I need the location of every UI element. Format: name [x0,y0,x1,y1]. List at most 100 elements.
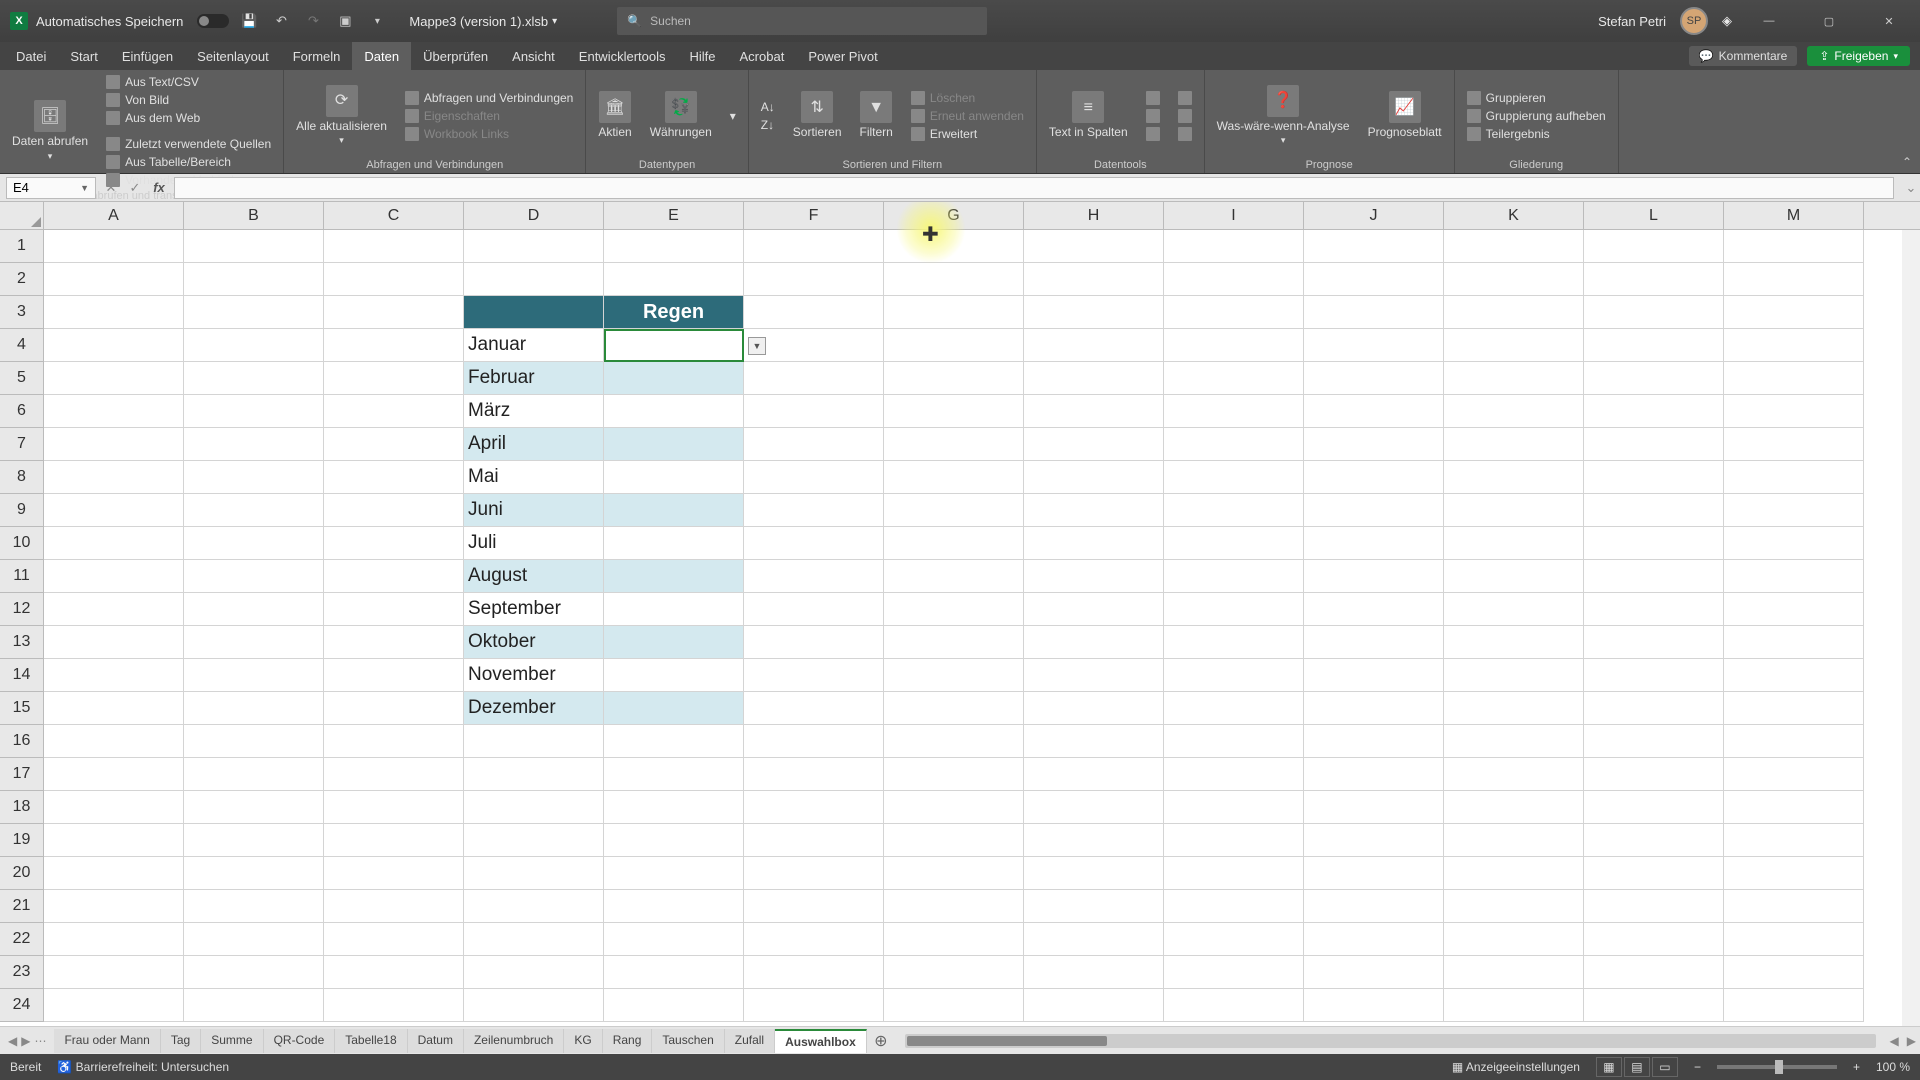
column-header-L[interactable]: L [1584,202,1724,229]
cell-F20[interactable] [744,857,884,890]
cell-F7[interactable] [744,428,884,461]
row-header-5[interactable]: 5 [0,362,43,395]
cell-K23[interactable] [1444,956,1584,989]
cell-I9[interactable] [1164,494,1304,527]
cell-D22[interactable] [464,923,604,956]
cell-A22[interactable] [44,923,184,956]
cell-B19[interactable] [184,824,324,857]
cell-D3[interactable] [464,296,604,329]
cell-H18[interactable] [1024,791,1164,824]
cell-L1[interactable] [1584,230,1724,263]
row-header-14[interactable]: 14 [0,659,43,692]
cell-J20[interactable] [1304,857,1444,890]
username[interactable]: Stefan Petri [1598,14,1666,29]
cell-H13[interactable] [1024,626,1164,659]
cell-F1[interactable] [744,230,884,263]
column-header-F[interactable]: F [744,202,884,229]
cell-D23[interactable] [464,956,604,989]
maximize-button[interactable]: ▢ [1806,6,1852,36]
stocks-button[interactable]: 🏛 Aktien [594,89,635,141]
cell-K1[interactable] [1444,230,1584,263]
cell-D1[interactable] [464,230,604,263]
cell-G8[interactable] [884,461,1024,494]
cell-G21[interactable] [884,890,1024,923]
cell-I24[interactable] [1164,989,1304,1022]
data-validation-button[interactable] [1142,126,1164,142]
cell-B12[interactable] [184,593,324,626]
cell-G19[interactable] [884,824,1024,857]
cell-E9[interactable] [604,494,744,527]
cell-H12[interactable] [1024,593,1164,626]
cell-M18[interactable] [1724,791,1864,824]
ribbon-collapse-button[interactable]: ⌃ [1894,151,1920,173]
cell-B14[interactable] [184,659,324,692]
cell-M13[interactable] [1724,626,1864,659]
cell-F21[interactable] [744,890,884,923]
cell-B1[interactable] [184,230,324,263]
cell-D5[interactable]: Februar [464,362,604,395]
cell-L6[interactable] [1584,395,1724,428]
cell-B21[interactable] [184,890,324,923]
cell-D24[interactable] [464,989,604,1022]
cell-G22[interactable] [884,923,1024,956]
cell-A11[interactable] [44,560,184,593]
zoom-slider[interactable] [1717,1065,1837,1069]
cell-E22[interactable] [604,923,744,956]
cell-B4[interactable] [184,329,324,362]
cell-H10[interactable] [1024,527,1164,560]
cell-J3[interactable] [1304,296,1444,329]
cell-F13[interactable] [744,626,884,659]
cell-L2[interactable] [1584,263,1724,296]
cell-H17[interactable] [1024,758,1164,791]
cell-M21[interactable] [1724,890,1864,923]
row-header-21[interactable]: 21 [0,890,43,923]
cell-A7[interactable] [44,428,184,461]
cell-A6[interactable] [44,395,184,428]
ribbon-item[interactable]: Aus Text/CSV [102,74,275,90]
cell-M22[interactable] [1724,923,1864,956]
cell-M4[interactable] [1724,329,1864,362]
cell-I7[interactable] [1164,428,1304,461]
cell-E10[interactable] [604,527,744,560]
filter-button[interactable]: ▼ Filtern [856,89,897,141]
cell-E7[interactable] [604,428,744,461]
accessibility-status[interactable]: ♿ Barrierefreiheit: Untersuchen [57,1060,229,1074]
sheet-nav-next[interactable]: ▶ [21,1034,30,1048]
cell-D4[interactable]: Januar [464,329,604,362]
scrollbar-thumb[interactable] [907,1036,1107,1046]
cell-J7[interactable] [1304,428,1444,461]
cell-H21[interactable] [1024,890,1164,923]
cell-E6[interactable] [604,395,744,428]
cell-F16[interactable] [744,725,884,758]
cell-I4[interactable] [1164,329,1304,362]
cell-J9[interactable] [1304,494,1444,527]
tab-formeln[interactable]: Formeln [281,42,353,70]
cell-A18[interactable] [44,791,184,824]
ribbon-item[interactable]: Aus dem Web [102,110,275,126]
search-box[interactable]: 🔍 Suchen [617,7,987,35]
cell-K6[interactable] [1444,395,1584,428]
cell-C6[interactable] [324,395,464,428]
cell-J8[interactable] [1304,461,1444,494]
tab-datei[interactable]: Datei [4,42,58,70]
cell-B2[interactable] [184,263,324,296]
cell-C7[interactable] [324,428,464,461]
cell-C16[interactable] [324,725,464,758]
cell-L4[interactable] [1584,329,1724,362]
cell-B22[interactable] [184,923,324,956]
cell-F14[interactable] [744,659,884,692]
cell-F9[interactable] [744,494,884,527]
cell-B20[interactable] [184,857,324,890]
view-normal-button[interactable]: ▦ [1596,1057,1622,1077]
cell-B18[interactable] [184,791,324,824]
ribbon-item[interactable]: Zuletzt verwendete Quellen [102,136,275,152]
cell-G7[interactable] [884,428,1024,461]
cell-K11[interactable] [1444,560,1584,593]
cell-F10[interactable] [744,527,884,560]
datatype-more[interactable]: ▾ [726,108,740,124]
cell-B17[interactable] [184,758,324,791]
cell-H15[interactable] [1024,692,1164,725]
cell-M11[interactable] [1724,560,1864,593]
cell-G14[interactable] [884,659,1024,692]
column-header-A[interactable]: A [44,202,184,229]
